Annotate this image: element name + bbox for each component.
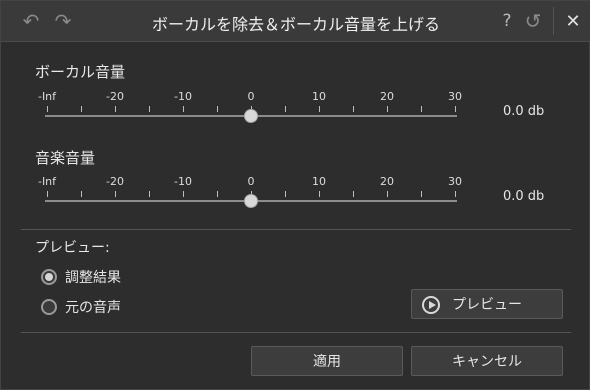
tick-label: 20	[380, 175, 394, 188]
preview-label: プレビュー:	[35, 240, 110, 256]
tick-label: 10	[312, 90, 326, 103]
tick-mark	[183, 191, 184, 197]
tick-mark	[285, 191, 286, 197]
tick-mark	[217, 191, 218, 197]
tick-label: 0	[247, 90, 255, 103]
radio-adjusted-result[interactable]: 調整結果	[41, 267, 121, 287]
radio-adjusted-result-label: 調整結果	[65, 270, 121, 286]
tick-mark	[421, 191, 422, 197]
tick-mark	[285, 106, 286, 112]
tick-mark	[183, 106, 184, 112]
tick-label: 0	[247, 175, 255, 188]
tick-label: -10	[174, 175, 192, 188]
tick-mark	[353, 106, 354, 112]
tick-label: 20	[380, 90, 394, 103]
vocal-volume-label: ボーカル音量	[35, 63, 126, 81]
vocal-volume-slider-thumb[interactable]	[244, 109, 258, 123]
divider-bottom	[21, 332, 571, 333]
tick-mark	[387, 191, 388, 197]
tick-mark	[149, 191, 150, 197]
radio-unchecked-icon[interactable]	[41, 299, 57, 315]
vocal-volume-scale: -Inf -20 -10 0 10 20 30	[37, 90, 462, 112]
tick-label: 30	[448, 175, 462, 188]
tick-label: -20	[106, 175, 124, 188]
tick-mark	[421, 106, 422, 112]
tick-label: 10	[312, 175, 326, 188]
radio-original-audio-label: 元の音声	[65, 300, 121, 316]
music-volume-label: 音楽音量	[35, 149, 96, 167]
tick-mark	[217, 106, 218, 112]
tick-mark	[81, 191, 82, 197]
preview-button[interactable]: プレビュー	[411, 289, 563, 319]
close-icon[interactable]: ✕	[561, 9, 585, 33]
music-volume-value: 0.0 db	[503, 189, 545, 204]
title-bar: ↶ ↷ ボーカルを除去＆ボーカル音量を上げる ? ↺ ✕	[1, 1, 590, 42]
cancel-button[interactable]: キャンセル	[411, 346, 563, 376]
play-icon	[422, 296, 440, 314]
tick-mark	[47, 106, 48, 112]
radio-checked-icon[interactable]	[41, 269, 57, 285]
music-volume-scale: -Inf -20 -10 0 10 20 30	[37, 175, 462, 197]
tick-label: -Inf	[37, 175, 57, 188]
music-volume-slider-thumb[interactable]	[244, 194, 258, 208]
divider-top	[21, 229, 571, 230]
titlebar-separator	[553, 7, 554, 35]
tick-label: -20	[106, 90, 124, 103]
tick-mark	[149, 106, 150, 112]
tick-label: -10	[174, 90, 192, 103]
dialog: ↶ ↷ ボーカルを除去＆ボーカル音量を上げる ? ↺ ✕ ボーカル音量 -Inf…	[0, 0, 590, 390]
tick-mark	[455, 191, 456, 197]
tick-label: -Inf	[37, 90, 57, 103]
radio-original-audio[interactable]: 元の音声	[41, 297, 121, 317]
tick-mark	[47, 191, 48, 197]
vocal-volume-value: 0.0 db	[503, 104, 545, 119]
preview-button-label: プレビュー	[452, 297, 522, 313]
tick-mark	[115, 106, 116, 112]
apply-button[interactable]: 適用	[251, 346, 403, 376]
tick-mark	[387, 106, 388, 112]
reset-icon[interactable]: ↺	[521, 9, 545, 33]
tick-mark	[319, 106, 320, 112]
tick-mark	[319, 191, 320, 197]
tick-label: 30	[448, 90, 462, 103]
tick-mark	[115, 191, 116, 197]
help-icon[interactable]: ?	[495, 9, 519, 33]
tick-mark	[353, 191, 354, 197]
tick-mark	[81, 106, 82, 112]
tick-mark	[455, 106, 456, 112]
